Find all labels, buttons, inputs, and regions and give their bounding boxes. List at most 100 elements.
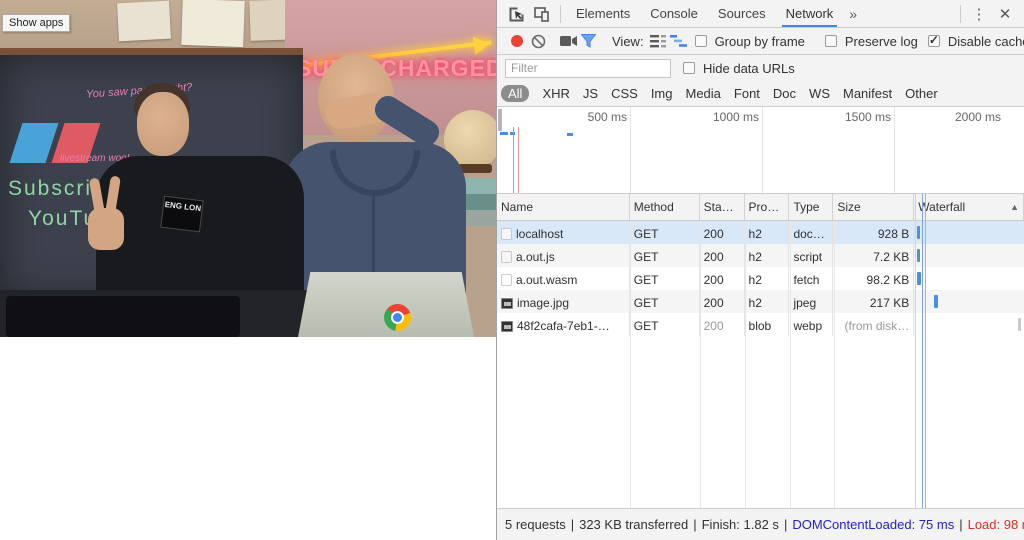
large-request-rows-icon[interactable]	[650, 31, 666, 51]
chalkboard-logo-blue	[10, 123, 59, 163]
request-type-filters: All XHR JS CSS Img Media Font Doc WS Man…	[497, 81, 1024, 107]
waterfall-bar	[1018, 318, 1021, 331]
transferred-size: 323 KB transferred	[579, 517, 688, 532]
hide-data-urls-checkbox[interactable]	[683, 62, 695, 74]
column-header-type[interactable]: Type	[789, 194, 833, 220]
request-status: 200	[700, 313, 745, 336]
table-row[interactable]: localhost GET 200 h2 doc… 928 B	[497, 221, 1024, 244]
show-apps-tooltip: Show apps	[2, 14, 70, 32]
table-row[interactable]: 48f2cafa-7eb1-… GET 200 blob webp (from …	[497, 313, 1024, 336]
column-header-protocol[interactable]: Pro…	[745, 194, 790, 220]
type-filter-ws[interactable]: WS	[809, 86, 830, 101]
timeline-tick-label: 500 ms	[557, 110, 627, 124]
network-summary-bar: 5 requests | 323 KB transferred | Finish…	[497, 508, 1024, 540]
timeline-gridline	[630, 107, 631, 193]
tab-elements[interactable]: Elements	[566, 0, 640, 27]
load-time: Load: 98 ms	[968, 517, 1024, 532]
divider	[560, 5, 561, 23]
group-by-frame-checkbox[interactable]	[695, 35, 707, 47]
request-type: doc…	[789, 221, 833, 244]
preserve-log-label[interactable]: Preserve log	[845, 34, 918, 49]
type-filter-media[interactable]: Media	[685, 86, 720, 101]
type-filter-xhr[interactable]: XHR	[542, 86, 569, 101]
devtools-menu-icon[interactable]: ⋮	[968, 4, 990, 24]
tab-console[interactable]: Console	[640, 0, 708, 27]
tab-network[interactable]: Network	[776, 0, 844, 27]
pinned-paper	[117, 1, 171, 42]
dom-content-loaded-line	[513, 127, 514, 193]
neon-arrow-head	[473, 35, 491, 55]
sort-ascending-icon[interactable]: ▲	[1010, 202, 1019, 212]
type-filter-doc[interactable]: Doc	[773, 86, 796, 101]
image-icon	[501, 298, 513, 309]
request-type: webp	[789, 313, 833, 336]
type-filter-font[interactable]: Font	[734, 86, 760, 101]
request-protocol: h2	[745, 290, 790, 313]
table-row[interactable]: a.out.js GET 200 h2 script 7.2 KB	[497, 244, 1024, 267]
devtools-panel: Elements Console Sources Network » ⋮ ✕	[496, 0, 1024, 540]
document-icon	[501, 228, 512, 240]
column-header-method[interactable]: Method	[630, 194, 700, 220]
video-scene-photo: SUPERCHARGED You saw part 1, right? live…	[0, 0, 496, 337]
column-header-status[interactable]: Sta…	[700, 194, 745, 220]
record-button[interactable]	[511, 35, 523, 47]
type-filter-other[interactable]: Other	[905, 86, 938, 101]
show-overview-icon[interactable]	[670, 31, 687, 51]
table-row[interactable]: image.jpg GET 200 h2 jpeg 217 KB	[497, 290, 1024, 313]
network-toolbar: View: Group by frame Preserve log Disabl…	[497, 28, 1024, 55]
overview-request-dash	[567, 133, 573, 136]
request-status: 200	[700, 267, 745, 290]
column-header-name[interactable]: Name	[497, 194, 630, 220]
overview-handle[interactable]	[498, 109, 502, 131]
inspect-element-icon[interactable]	[505, 4, 527, 24]
device-toolbar-icon[interactable]	[531, 4, 553, 24]
finish-time: Finish: 1.82 s	[702, 517, 779, 532]
request-name: a.out.js	[516, 250, 555, 264]
tab-sources[interactable]: Sources	[708, 0, 776, 27]
type-filter-img[interactable]: Img	[651, 86, 673, 101]
timeline-tick-label: 2000 ms	[955, 110, 1024, 124]
network-overview-timeline[interactable]: 500 ms 1000 ms 1500 ms 2000 ms	[497, 107, 1024, 194]
request-name: 48f2cafa-7eb1-…	[517, 319, 610, 333]
disable-cache-checkbox[interactable]	[928, 35, 940, 47]
timeline-tick-label: 1500 ms	[821, 110, 891, 124]
filter-input[interactable]	[505, 59, 671, 78]
request-protocol: blob	[745, 313, 790, 336]
request-method: GET	[630, 313, 700, 336]
filter-row: Hide data URLs	[497, 55, 1024, 81]
more-tabs-icon[interactable]: »	[843, 6, 863, 22]
type-filter-js[interactable]: JS	[583, 86, 598, 101]
request-method: GET	[630, 290, 700, 313]
waterfall-bar	[917, 226, 920, 239]
table-row[interactable]: a.out.wasm GET 200 h2 fetch 98.2 KB	[497, 267, 1024, 290]
request-protocol: h2	[745, 244, 790, 267]
waterfall-header-label: Waterfall	[918, 200, 965, 214]
request-method: GET	[630, 267, 700, 290]
chrome-logo-center	[391, 311, 404, 324]
capture-screenshots-icon[interactable]	[560, 31, 577, 51]
image-icon	[501, 321, 513, 332]
type-filter-css[interactable]: CSS	[611, 86, 638, 101]
request-protocol: h2	[745, 221, 790, 244]
chrome-logo-sticker	[384, 304, 411, 331]
waterfall-bar	[934, 295, 938, 308]
separator: |	[571, 517, 574, 532]
close-icon[interactable]: ✕	[994, 4, 1016, 24]
disable-cache-label[interactable]: Disable cache	[948, 34, 1024, 49]
timeline-tick-label: 1000 ms	[689, 110, 759, 124]
type-filter-all[interactable]: All	[501, 85, 529, 102]
request-status: 200	[700, 221, 745, 244]
separator: |	[959, 517, 962, 532]
column-header-size[interactable]: Size	[833, 194, 914, 220]
request-method: GET	[630, 221, 700, 244]
preserve-log-checkbox[interactable]	[825, 35, 837, 47]
table-header-row: Name Method Sta… Pro… Type Size Waterfal…	[497, 194, 1024, 221]
type-filter-manifest[interactable]: Manifest	[843, 86, 892, 101]
hide-data-urls-label[interactable]: Hide data URLs	[703, 61, 795, 76]
filter-icon[interactable]	[581, 31, 596, 51]
column-header-waterfall[interactable]: Waterfall ▲	[914, 194, 1024, 220]
timeline-gridline	[894, 107, 895, 193]
clear-icon[interactable]	[531, 31, 546, 51]
group-by-frame-label[interactable]: Group by frame	[715, 34, 805, 49]
request-size: (from disk…	[833, 313, 914, 336]
